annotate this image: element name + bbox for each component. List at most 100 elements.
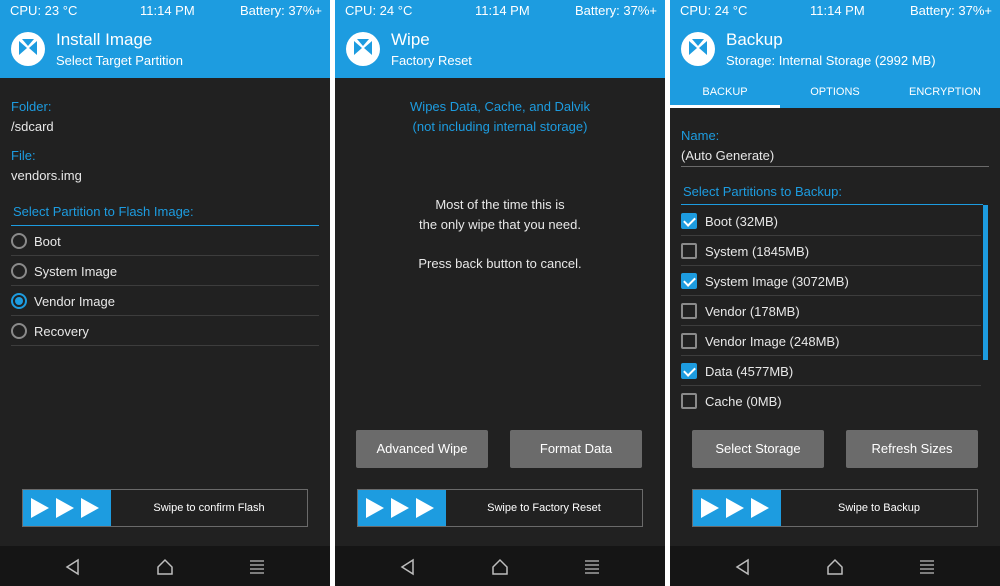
row-divider: [11, 255, 319, 256]
triple-arrow-icon: [366, 498, 434, 518]
partition-label: Vendor Image (248MB): [705, 334, 840, 349]
wipe-message-line-3: Press back button to cancel.: [418, 256, 582, 271]
wipe-info-line-1: Wipes Data, Cache, and Dalvik: [410, 99, 590, 114]
back-triangle-icon[interactable]: [734, 558, 752, 576]
format-data-button[interactable]: Format Data: [510, 430, 642, 468]
tab-backup[interactable]: BACKUP: [670, 86, 780, 98]
menu-icon[interactable]: [918, 558, 936, 576]
checkbox[interactable]: [681, 243, 697, 259]
menu-icon[interactable]: [583, 558, 601, 576]
back-triangle-icon[interactable]: [64, 558, 82, 576]
partition-label: Data (4577MB): [705, 364, 794, 379]
page-subtitle: Select Target Partition: [56, 53, 183, 68]
radio-button[interactable]: [11, 263, 27, 279]
option-label: Vendor Image: [34, 294, 115, 309]
partition-label: System (1845MB): [705, 244, 810, 259]
select-storage-button[interactable]: Select Storage: [692, 430, 824, 468]
wipe-message-line-2: the only wipe that you need.: [419, 217, 581, 232]
battery-status: Battery: 37%+: [239, 3, 322, 18]
name-value[interactable]: (Auto Generate): [681, 148, 774, 163]
back-triangle-icon[interactable]: [399, 558, 417, 576]
checkbox[interactable]: [681, 393, 697, 409]
folder-value[interactable]: /sdcard: [11, 119, 54, 134]
advanced-wipe-button[interactable]: Advanced Wipe: [356, 430, 488, 468]
battery-status: Battery: 37%+: [574, 3, 657, 18]
row-divider: [681, 325, 981, 326]
row-divider: [681, 235, 981, 236]
folder-label: Folder:: [11, 99, 52, 114]
cpu-temp: CPU: 23 °C: [10, 3, 78, 18]
name-underline: [681, 166, 989, 167]
swipe-handle[interactable]: [693, 490, 781, 526]
row-divider: [681, 355, 981, 356]
checkbox[interactable]: [681, 303, 697, 319]
checkbox-checked[interactable]: [681, 213, 697, 229]
partition-label: Boot (32MB): [705, 214, 778, 229]
menu-icon[interactable]: [248, 558, 266, 576]
twrp-logo-icon: [11, 32, 45, 66]
checkbox-checked[interactable]: [681, 273, 697, 289]
header: Wipe Factory Reset: [335, 22, 665, 78]
nav-bar: [335, 546, 665, 586]
swipe-slider[interactable]: Swipe to Factory Reset: [357, 489, 643, 527]
checkbox-checked[interactable]: [681, 363, 697, 379]
partition-label: Cache (0MB): [705, 394, 782, 409]
swipe-slider[interactable]: Swipe to confirm Flash: [22, 489, 308, 527]
clock: 11:14 PM: [475, 3, 530, 18]
option-label: Recovery: [34, 324, 89, 339]
install-image-screen: CPU: 23 °C 11:14 PM Battery: 37%+ Instal…: [0, 0, 330, 586]
radio-button-selected[interactable]: [11, 293, 27, 309]
swipe-handle[interactable]: [23, 490, 111, 526]
refresh-sizes-button[interactable]: Refresh Sizes: [846, 430, 978, 468]
section-divider: [681, 204, 983, 205]
backup-screen: CPU: 24 °C 11:14 PM Battery: 37%+ Backup…: [670, 0, 1000, 586]
row-divider: [11, 315, 319, 316]
swipe-label: Swipe to confirm Flash: [153, 502, 265, 514]
partition-list-scrollbar[interactable]: [983, 205, 988, 360]
swipe-label: Swipe to Backup: [838, 502, 920, 514]
option-label: Boot: [34, 234, 61, 249]
swipe-slider[interactable]: Swipe to Backup: [692, 489, 978, 527]
partitions-header: Select Partitions to Backup:: [683, 184, 842, 199]
tab-bar: BACKUP OPTIONS ENCRYPTION: [670, 82, 1000, 108]
battery-status: Battery: 37%+: [909, 3, 992, 18]
swipe-handle[interactable]: [358, 490, 446, 526]
page-subtitle: Factory Reset: [391, 53, 472, 68]
partition-header: Select Partition to Flash Image:: [13, 204, 194, 219]
clock: 11:14 PM: [140, 3, 195, 18]
tab-options[interactable]: OPTIONS: [780, 86, 890, 98]
page-subtitle: Storage: Internal Storage (2992 MB): [726, 53, 936, 68]
tab-encryption[interactable]: ENCRYPTION: [890, 86, 1000, 98]
page-title: Backup: [726, 30, 783, 49]
name-label: Name:: [681, 128, 720, 143]
row-divider: [11, 345, 319, 346]
row-divider: [11, 285, 319, 286]
home-icon[interactable]: [491, 558, 509, 576]
partition-label: Vendor (178MB): [705, 304, 800, 319]
file-value[interactable]: vendors.img: [11, 168, 82, 183]
section-divider: [11, 225, 319, 226]
wipe-screen: CPU: 24 °C 11:14 PM Battery: 37%+ Wipe F…: [335, 0, 665, 586]
nav-bar: [0, 546, 330, 586]
twrp-logo-icon: [346, 32, 380, 66]
page-title: Install Image: [56, 30, 153, 49]
row-divider: [681, 385, 981, 386]
option-label: System Image: [34, 264, 118, 279]
header: Install Image Select Target Partition: [0, 22, 330, 78]
row-divider: [681, 265, 981, 266]
twrp-logo-icon: [681, 32, 715, 66]
home-icon[interactable]: [156, 558, 174, 576]
status-bar: CPU: 24 °C 11:14 PM Battery: 37%+: [670, 0, 1000, 22]
home-icon[interactable]: [826, 558, 844, 576]
status-bar: CPU: 24 °C 11:14 PM Battery: 37%+: [335, 0, 665, 22]
page-title: Wipe: [391, 30, 430, 49]
swipe-label: Swipe to Factory Reset: [487, 502, 601, 514]
checkbox[interactable]: [681, 333, 697, 349]
wipe-message-line-1: Most of the time this is: [435, 197, 565, 212]
wipe-info-line-2: (not including internal storage): [412, 119, 588, 134]
radio-button[interactable]: [11, 233, 27, 249]
header: Backup Storage: Internal Storage (2992 M…: [670, 22, 1000, 108]
clock: 11:14 PM: [810, 3, 865, 18]
row-divider: [681, 295, 981, 296]
radio-button[interactable]: [11, 323, 27, 339]
